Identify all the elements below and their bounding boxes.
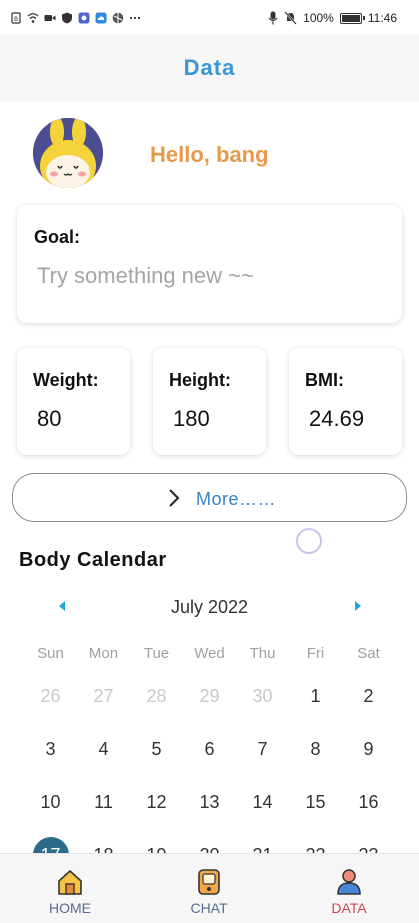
microphone-icon	[268, 11, 278, 25]
avatar[interactable]	[33, 118, 103, 188]
calendar-day[interactable]: 16	[342, 792, 395, 813]
calendar-day[interactable]: 5	[130, 739, 183, 760]
goal-label: Goal:	[34, 227, 81, 247]
calendar-day[interactable]: 8	[289, 739, 342, 760]
calendar-day[interactable]: 1	[289, 686, 342, 707]
weekday-label: Sat	[357, 645, 380, 662]
calendar-day[interactable]: 6	[183, 739, 236, 760]
height-label: Height:	[169, 370, 231, 390]
calendar-day[interactable]: 9	[342, 739, 395, 760]
height-value: 180	[173, 406, 210, 431]
app-icon	[78, 12, 90, 24]
battery-icon	[339, 12, 365, 24]
bmi-card[interactable]: BMI: 24.69	[289, 348, 402, 455]
calendar-day[interactable]: 10	[24, 792, 77, 813]
bmi-value: 24.69	[309, 406, 365, 431]
video-icon	[44, 15, 56, 21]
status-time: 11:46	[367, 11, 397, 25]
weekday-label: Sun	[37, 645, 64, 662]
calendar-day[interactable]: 14	[236, 792, 289, 813]
touch-indicator	[296, 528, 322, 554]
cloud-icon	[95, 12, 107, 24]
goal-card[interactable]: Goal: Try something new ~~	[17, 205, 402, 323]
bunny-avatar-icon	[33, 118, 103, 188]
goal-text: Try something new ~~	[37, 263, 254, 288]
weekday-label: Mon	[88, 645, 119, 662]
tab-data-label: DATA	[331, 900, 367, 916]
weight-value: 80	[37, 406, 62, 431]
weight-card[interactable]: Weight: 80	[17, 348, 130, 455]
data-icon	[337, 869, 361, 895]
sim-icon: B	[11, 12, 21, 24]
calendar-day[interactable]: 3	[24, 739, 77, 760]
calendar-day[interactable]: 4	[77, 739, 130, 760]
weekday-label: Thu	[249, 645, 276, 662]
more-notifications-icon	[129, 16, 141, 20]
status-icons-left: B	[10, 10, 141, 26]
next-month-icon[interactable]	[352, 599, 364, 613]
tab-home[interactable]: HOME	[10, 854, 130, 923]
calendar-day[interactable]: 7	[236, 739, 289, 760]
svg-text:B: B	[14, 16, 18, 23]
more-button[interactable]: More……	[12, 473, 407, 522]
tab-bar: HOME CHAT DATA	[0, 853, 419, 923]
home-icon	[58, 870, 82, 895]
calendar-day-other-month[interactable]: 26	[24, 686, 77, 707]
calendar-day[interactable]: 2	[342, 686, 395, 707]
browser-icon	[112, 12, 124, 24]
weekday-label: Tue	[143, 645, 170, 662]
height-card[interactable]: Height: 180	[153, 348, 266, 455]
chat-icon	[198, 869, 220, 895]
status-bar: B 100% 11:46	[0, 0, 419, 35]
calendar-day-other-month[interactable]: 27	[77, 686, 130, 707]
section-title-body-calendar: Body Calendar	[19, 549, 167, 571]
status-icons-right: 100% 11:46	[268, 10, 397, 26]
weekday-label: Wed	[194, 645, 225, 662]
tab-chat[interactable]: CHAT	[149, 854, 269, 923]
page-title: Data	[183, 55, 236, 80]
greeting-text: Hello, bang	[150, 142, 269, 167]
more-button-label: More……	[196, 489, 277, 509]
calendar-day[interactable]: 15	[289, 792, 342, 813]
calendar-day[interactable]: 13	[183, 792, 236, 813]
weight-label: Weight:	[33, 370, 99, 390]
tab-chat-label: CHAT	[190, 900, 228, 916]
shield-icon	[62, 12, 72, 24]
tab-data[interactable]: DATA	[289, 854, 409, 923]
tab-home-label: HOME	[49, 900, 91, 916]
app-header: Data	[0, 35, 419, 101]
battery-percentage: 100%	[303, 11, 334, 25]
calendar-day-other-month[interactable]: 28	[130, 686, 183, 707]
silent-bell-icon	[284, 11, 297, 25]
wifi-icon	[27, 13, 39, 23]
calendar-day-other-month[interactable]: 30	[236, 686, 289, 707]
bmi-label: BMI:	[305, 370, 344, 390]
weekday-label: Fri	[306, 645, 325, 662]
calendar-day[interactable]: 11	[77, 792, 130, 813]
chevron-right-icon	[169, 489, 180, 507]
calendar-day[interactable]: 12	[130, 792, 183, 813]
calendar-day-other-month[interactable]: 29	[183, 686, 236, 707]
